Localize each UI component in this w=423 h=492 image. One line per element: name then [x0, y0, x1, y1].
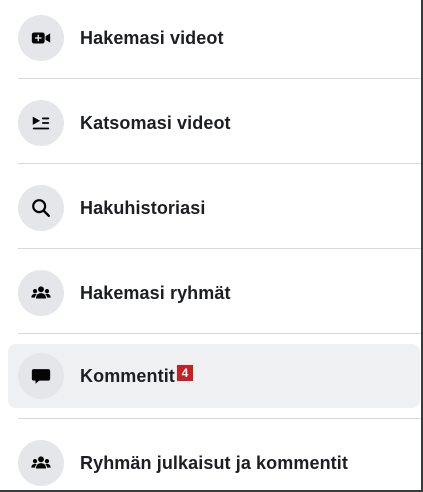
menu-item-label: Kommentit — [80, 365, 175, 386]
divider — [18, 248, 423, 249]
groups-icon — [18, 440, 64, 486]
divider — [18, 163, 423, 164]
step-number-badge: 4 — [176, 365, 193, 381]
menu-item-label: Hakemasi videot — [80, 27, 224, 48]
activity-menu-panel: Hakemasi videot Katsomasi videot Hakuhis… — [0, 0, 423, 492]
video-camera-icon — [18, 15, 64, 61]
menu-item-watched-videos[interactable]: Katsomasi videot — [8, 91, 420, 155]
watch-list-icon — [18, 100, 64, 146]
menu-item-searched-videos[interactable]: Hakemasi videot — [8, 6, 420, 70]
search-icon — [18, 185, 64, 231]
menu-item-label: Ryhmän julkaisut ja kommentit — [80, 452, 348, 473]
menu-item-label: Hakuhistoriasi — [80, 197, 206, 218]
groups-icon — [18, 270, 64, 316]
menu-item-label: Hakemasi ryhmät — [80, 282, 231, 303]
menu-item-label: Katsomasi videot — [80, 112, 231, 133]
menu-item-comments[interactable]: Kommentit 4 — [8, 344, 420, 408]
menu-item-group-posts-and-comments[interactable]: Ryhmän julkaisut ja kommentit — [8, 431, 420, 492]
menu-item-searched-groups[interactable]: Hakemasi ryhmät — [8, 261, 420, 325]
menu-item-search-history[interactable]: Hakuhistoriasi — [8, 176, 420, 240]
comment-bubble-icon — [18, 353, 64, 399]
divider — [18, 333, 423, 334]
divider — [18, 418, 423, 419]
divider — [18, 78, 423, 79]
